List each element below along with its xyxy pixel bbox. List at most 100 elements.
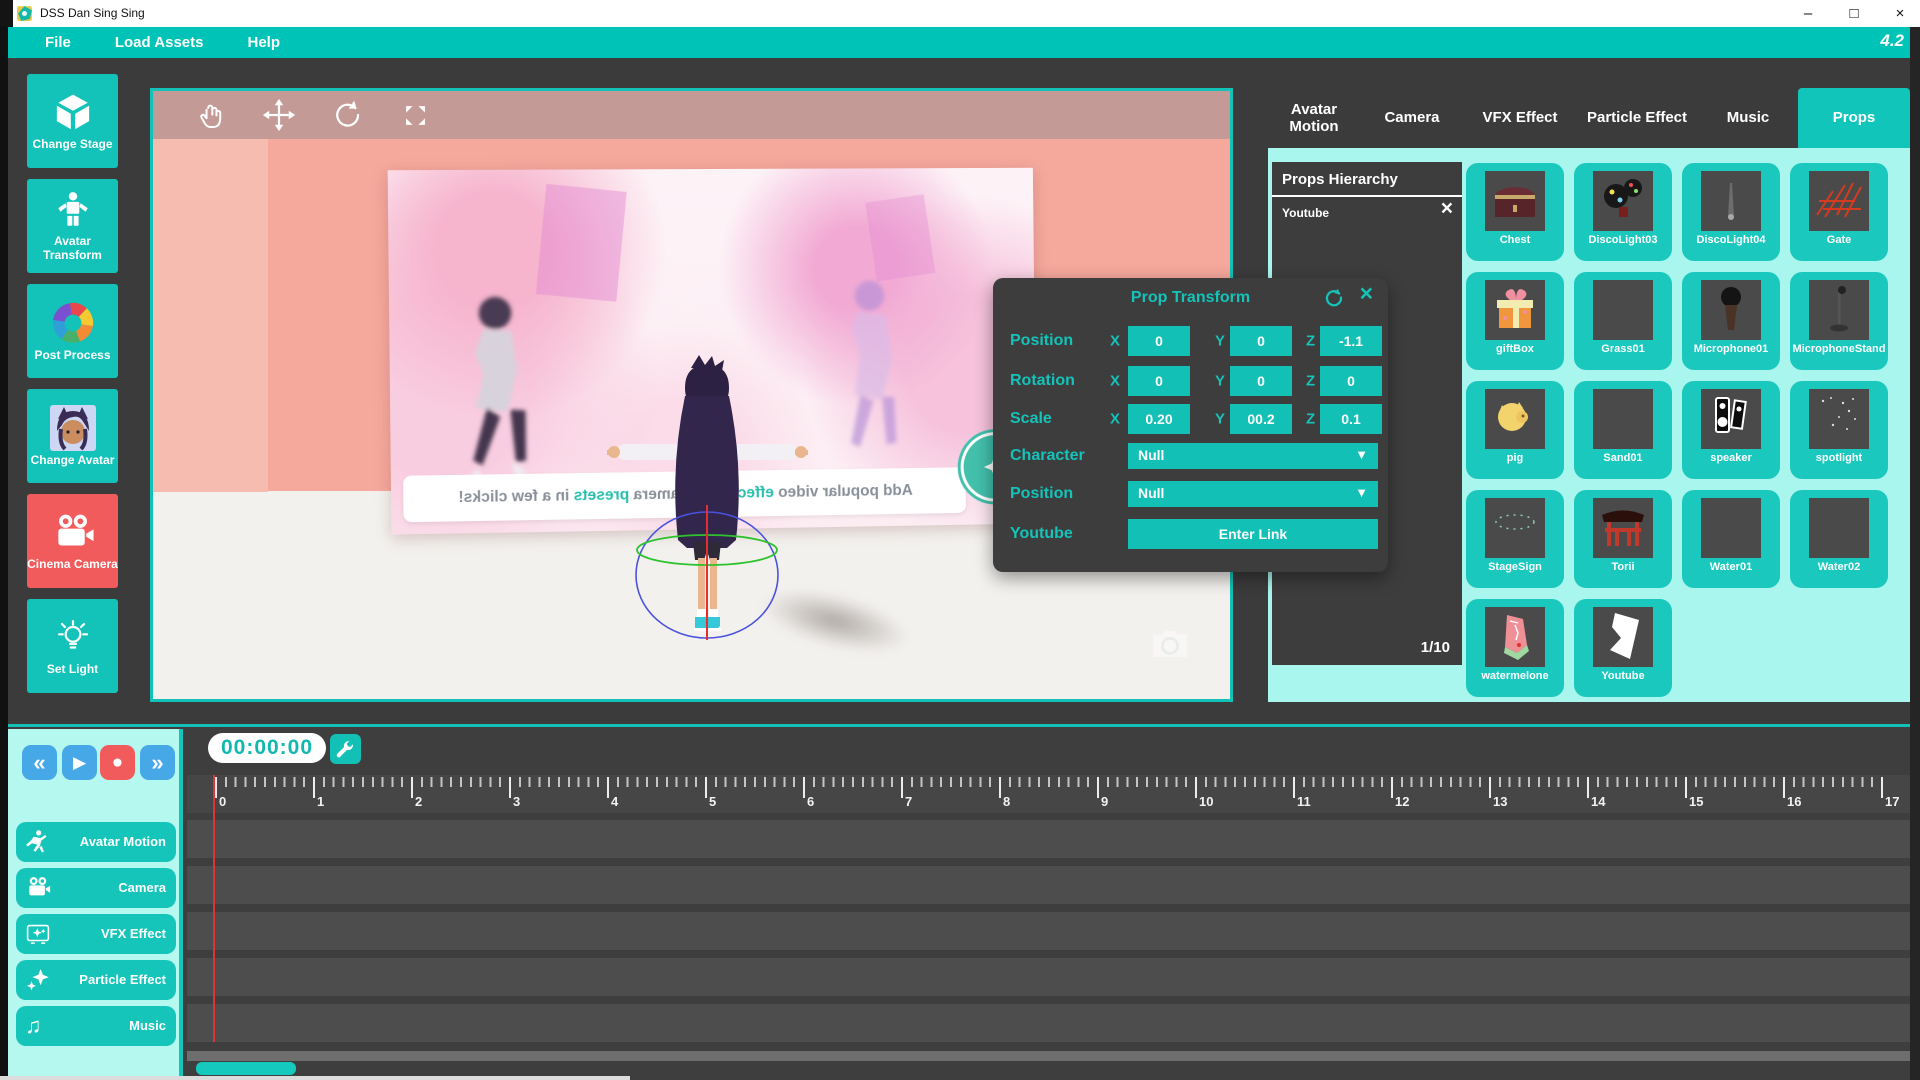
tab-vfx-effect[interactable]: VFX Effect <box>1464 88 1576 148</box>
disco-light-icon <box>1593 171 1653 231</box>
fast-forward-button[interactable]: » <box>140 745 175 780</box>
position-z-input[interactable]: -1.1 <box>1320 326 1382 356</box>
menu-file[interactable]: File <box>45 34 71 51</box>
dialog-close-icon[interactable]: × <box>1360 282 1373 305</box>
prop-card[interactable]: DiscoLight04 <box>1682 163 1780 261</box>
ruler-major-tick <box>901 777 903 798</box>
timeline-settings-button[interactable] <box>330 734 361 764</box>
timeline-scrollbar-track[interactable] <box>187 1051 1920 1061</box>
side-button-label: Change Avatar <box>31 454 115 468</box>
tab-props[interactable]: Props <box>1798 88 1910 148</box>
rotation-z-input[interactable]: 0 <box>1320 366 1382 396</box>
chevron-down-icon: ▼ <box>1355 447 1368 462</box>
rewind-button[interactable]: « <box>22 745 57 780</box>
move-tool-icon[interactable] <box>261 97 297 133</box>
window-border <box>0 0 13 27</box>
ruler-mark-label: 15 <box>1689 794 1703 809</box>
record-button[interactable]: ● <box>100 745 135 780</box>
track-lane-music[interactable] <box>187 1004 1920 1042</box>
enter-link-button[interactable]: Enter Link <box>1128 519 1378 549</box>
rotation-x-input[interactable]: 0 <box>1128 366 1190 396</box>
prop-card[interactable]: DiscoLight03 <box>1574 163 1672 261</box>
prop-label: Microphone01 <box>1682 343 1780 355</box>
hand-tool-icon[interactable] <box>193 97 229 133</box>
scale-y-input[interactable]: 00.2 <box>1230 404 1292 434</box>
track-lane-vfx-effect[interactable] <box>187 912 1920 950</box>
tab-music[interactable]: Music <box>1698 88 1798 148</box>
viewport-toolbar <box>153 91 1230 139</box>
gift-box-icon <box>1485 280 1545 340</box>
prop-card[interactable]: spotlight <box>1790 381 1888 479</box>
position-x-input[interactable]: 0 <box>1128 326 1190 356</box>
track-button-avatar-motion[interactable]: Avatar Motion <box>16 822 176 862</box>
prop-card[interactable]: MicrophoneStand <box>1790 272 1888 370</box>
tab-camera[interactable]: Camera <box>1360 88 1464 148</box>
hierarchy-item-close-icon[interactable]: × <box>1441 198 1453 219</box>
ruler-mark-label: 16 <box>1787 794 1801 809</box>
character-dropdown[interactable]: Null ▼ <box>1128 443 1378 469</box>
track-lane-camera[interactable] <box>187 866 1920 904</box>
rotate-tool-icon[interactable] <box>329 97 365 133</box>
snapshot-camera-icon[interactable] <box>1151 627 1189 659</box>
close-button[interactable]: × <box>1892 5 1908 22</box>
tab-particle-effect[interactable]: Particle Effect <box>1576 88 1698 148</box>
track-button-music[interactable]: ♫ Music <box>16 1006 176 1046</box>
menu-load-assets[interactable]: Load Assets <box>115 34 204 51</box>
tab-avatar-motion[interactable]: Avatar Motion <box>1268 88 1360 148</box>
prop-card[interactable]: Microphone01 <box>1682 272 1780 370</box>
window-title: DSS Dan Sing Sing <box>40 6 145 20</box>
play-button[interactable]: ▶ <box>62 745 97 780</box>
avatar-figure-icon <box>52 190 94 232</box>
prop-card[interactable]: Grass01 <box>1574 272 1672 370</box>
post-process-button[interactable]: Post Process <box>27 284 118 378</box>
window-border <box>0 27 8 1080</box>
timeline-scrollbar-thumb[interactable] <box>196 1062 296 1075</box>
reset-transform-icon[interactable] <box>1323 287 1344 308</box>
stage-wall <box>153 139 268 492</box>
maximize-button[interactable]: □ <box>1846 5 1862 22</box>
position-dropdown[interactable]: Null ▼ <box>1128 481 1378 507</box>
ruler-mark-label: 6 <box>807 794 814 809</box>
track-lane-avatar-motion[interactable] <box>187 820 1920 858</box>
track-button-particle-effect[interactable]: Particle Effect <box>16 960 176 1000</box>
timeline-playhead[interactable] <box>213 775 215 1042</box>
prop-card[interactable]: StageSign <box>1466 490 1564 588</box>
prop-card[interactable]: Water02 <box>1790 490 1888 588</box>
hierarchy-item-youtube[interactable]: Youtube <box>1282 206 1329 220</box>
minimize-button[interactable]: – <box>1800 5 1816 22</box>
ruler-mark-label: 5 <box>709 794 716 809</box>
track-button-vfx-effect[interactable]: VFX Effect <box>16 914 176 954</box>
scale-x-input[interactable]: 0.20 <box>1128 404 1190 434</box>
ruler-mark-label: 8 <box>1003 794 1010 809</box>
prop-card[interactable]: speaker <box>1682 381 1780 479</box>
prop-card[interactable]: giftBox <box>1466 272 1564 370</box>
ruler-mark-label: 0 <box>219 794 226 809</box>
prop-card[interactable]: Youtube <box>1574 599 1672 697</box>
menu-help[interactable]: Help <box>247 34 280 51</box>
title-bar: DSS Dan Sing Sing – □ × <box>0 0 1920 27</box>
prop-card[interactable]: Gate <box>1790 163 1888 261</box>
change-stage-button[interactable]: Change Stage <box>27 74 118 168</box>
track-lane-particle-effect[interactable] <box>187 958 1920 996</box>
cinema-camera-button[interactable]: Cinema Camera <box>27 494 118 588</box>
prop-card[interactable]: Sand01 <box>1574 381 1672 479</box>
track-button-camera[interactable]: Camera <box>16 868 176 908</box>
prop-card[interactable]: watermelone <box>1466 599 1564 697</box>
avatar-transform-button[interactable]: Avatar Transform <box>27 179 118 273</box>
position-dropdown-value: Null <box>1138 485 1164 501</box>
transform-gizmo[interactable] <box>620 470 800 680</box>
rotation-y-input[interactable]: 0 <box>1230 366 1292 396</box>
light-bulb-icon <box>51 616 95 660</box>
scale-tool-icon[interactable] <box>397 97 433 133</box>
prop-card[interactable]: Chest <box>1466 163 1564 261</box>
prop-card[interactable]: Water01 <box>1682 490 1780 588</box>
set-light-button[interactable]: Set Light <box>27 599 118 693</box>
track-label: Music <box>129 1019 166 1033</box>
prop-card[interactable]: pig <box>1466 381 1564 479</box>
timeline-ruler[interactable]: 01234567891011121314151617 <box>187 775 1920 813</box>
change-avatar-button[interactable]: Change Avatar <box>27 389 118 483</box>
prop-card[interactable]: Torii <box>1574 490 1672 588</box>
scale-z-input[interactable]: 0.1 <box>1320 404 1382 434</box>
ruler-mark-label: 4 <box>611 794 618 809</box>
position-y-input[interactable]: 0 <box>1230 326 1292 356</box>
